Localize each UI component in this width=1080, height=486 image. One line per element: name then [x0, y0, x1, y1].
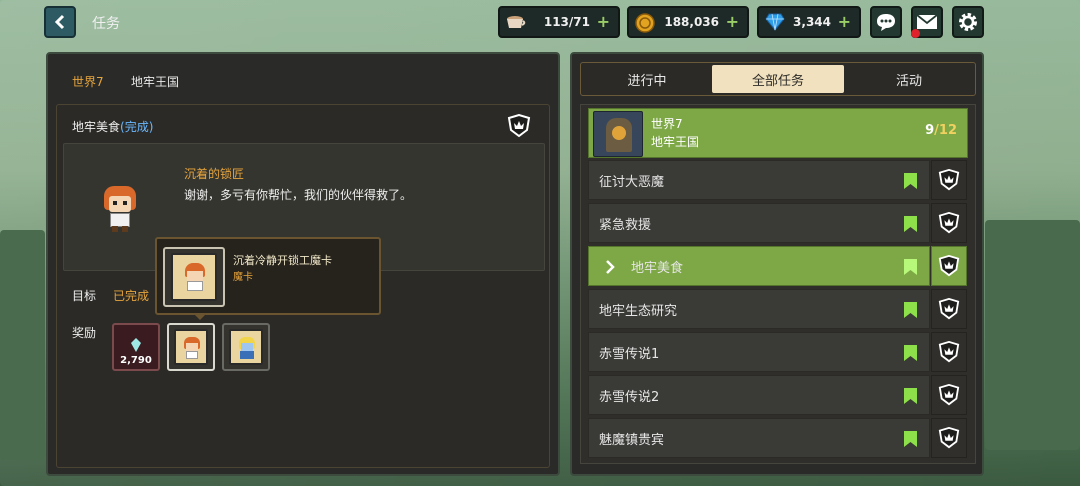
quest-emblem-1[interactable] — [931, 160, 967, 200]
background-rock — [985, 220, 1080, 450]
add-gem-icon[interactable]: + — [838, 14, 851, 30]
quest-row-2[interactable]: 紧急救援 — [588, 203, 930, 243]
chevron-left-icon — [54, 14, 65, 30]
mail-button[interactable] — [911, 6, 943, 38]
group-world: 世界7 — [651, 117, 683, 131]
gold-coin-icon — [635, 13, 655, 33]
bookmark-icon — [904, 345, 917, 361]
gem-resource[interactable]: 3,344 + — [757, 6, 861, 38]
quest-label: 魅魔镇贵宾 — [599, 432, 665, 448]
tooltip-card-image — [163, 247, 225, 307]
reward-label: 奖励 — [72, 326, 97, 340]
crown-shield-icon — [938, 427, 960, 449]
tooltip-pointer — [193, 313, 207, 320]
tab-all-quests[interactable]: 全部任务 — [712, 65, 844, 93]
blue-gem-icon — [765, 13, 785, 31]
quest-emblem-3[interactable] — [931, 246, 967, 286]
quest-label: 紧急救援 — [599, 217, 652, 233]
goal-label: 目标 — [72, 289, 97, 303]
add-coffee-icon[interactable]: + — [597, 14, 610, 30]
quest-label: 征讨大恶魔 — [599, 174, 665, 190]
quest-emblem-icon — [507, 114, 531, 138]
background-rock — [0, 230, 45, 460]
chevron-right-icon — [606, 260, 615, 274]
gold-resource[interactable]: 188,036 + — [627, 6, 749, 38]
quest-emblem-2[interactable] — [931, 203, 967, 243]
bookmark-icon — [904, 388, 917, 404]
tab-in-progress[interactable]: 进行中 — [583, 65, 711, 93]
quest-tabs: 进行中 全部任务 活动 — [580, 62, 976, 96]
page-title: 任务 — [92, 16, 120, 32]
crown-shield-icon — [938, 384, 960, 406]
breadcrumb-region: 地牢王国 — [131, 75, 180, 89]
crown-shield-icon — [938, 169, 960, 191]
quest-emblem-4[interactable] — [931, 289, 967, 329]
bookmark-icon — [904, 431, 917, 447]
quest-status: (完成) — [120, 120, 154, 134]
add-gold-icon[interactable]: + — [726, 14, 739, 30]
quest-row-7[interactable]: 魅魔镇贵宾 — [588, 418, 930, 458]
chat-button[interactable] — [870, 6, 902, 38]
npc-dialog: 谢谢，多亏有你帮忙，我们的伙伴得救了。 — [184, 188, 413, 202]
crown-shield-icon — [938, 212, 960, 234]
npc-avatar — [100, 184, 140, 234]
quest-row-5[interactable]: 赤雪传说1 — [588, 332, 930, 372]
tooltip-card-art — [171, 253, 217, 301]
reward-gem-slot[interactable]: 2,790 — [112, 323, 160, 371]
bookmark-icon — [904, 173, 917, 189]
quest-row-4[interactable]: 地牢生态研究 — [588, 289, 930, 329]
crown-shield-icon — [938, 255, 960, 277]
quest-label: 赤雪传说2 — [599, 389, 660, 405]
locksmith-card-art — [174, 329, 208, 365]
breadcrumb-world: 世界7 — [72, 75, 104, 89]
tab-events[interactable]: 活动 — [845, 65, 973, 93]
bookmark-icon — [904, 259, 917, 275]
dungeon-thumbnail — [593, 111, 643, 157]
reward-card-locksmith[interactable] — [167, 323, 215, 371]
card-tooltip: 沉着冷静开锁工魔卡 魔卡 — [155, 237, 381, 320]
coffee-value: 113/71 — [543, 15, 590, 29]
bookmark-icon — [904, 302, 917, 318]
quest-emblem-5[interactable] — [931, 332, 967, 372]
reward-gem-count: 2,790 — [120, 355, 152, 366]
bookmark-icon — [904, 216, 917, 232]
group-progress: 9/12 — [925, 123, 957, 138]
quest-label: 地牢美食 — [631, 260, 684, 276]
quest-emblem-7[interactable] — [931, 418, 967, 458]
quest-row-1[interactable]: 征讨大恶魔 — [588, 160, 930, 200]
mail-icon — [916, 14, 938, 29]
coffee-resource[interactable]: 113/71 + — [498, 6, 620, 38]
quest-row-6[interactable]: 赤雪传说2 — [588, 375, 930, 415]
quest-emblem-6[interactable] — [931, 375, 967, 415]
quest-title-text: 地牢美食 — [72, 120, 121, 134]
tooltip-title: 沉着冷静开锁工魔卡 — [233, 254, 332, 267]
gear-icon — [959, 13, 977, 31]
coffee-cup-icon — [507, 16, 526, 28]
npc-name: 沉着的锁匠 — [184, 167, 245, 181]
quest-row-3-selected[interactable]: 地牢美食 — [588, 246, 930, 286]
world-group-header[interactable]: 世界7 地牢王国 9/12 — [588, 108, 968, 158]
blue-card-art — [229, 329, 263, 365]
gem-value: 3,344 — [793, 15, 831, 29]
tooltip-subtitle: 魔卡 — [233, 272, 253, 283]
settings-button[interactable] — [952, 6, 984, 38]
group-progress-total: 12 — [938, 123, 957, 138]
reward-card-blue[interactable] — [222, 323, 270, 371]
back-button[interactable] — [44, 6, 76, 38]
quest-label: 地牢生态研究 — [599, 303, 678, 319]
crown-shield-icon — [938, 298, 960, 320]
goal-value: 已完成 — [113, 289, 150, 303]
notification-dot — [911, 29, 920, 38]
group-region: 地牢王国 — [651, 135, 700, 149]
gold-value: 188,036 — [664, 15, 719, 29]
group-progress-done: 9 — [925, 123, 935, 138]
crystal-icon — [131, 338, 141, 352]
quest-label: 赤雪传说1 — [599, 346, 660, 362]
crown-shield-icon — [938, 341, 960, 363]
quest-title: 地牢美食(完成) — [72, 118, 153, 135]
chat-icon — [877, 14, 895, 31]
